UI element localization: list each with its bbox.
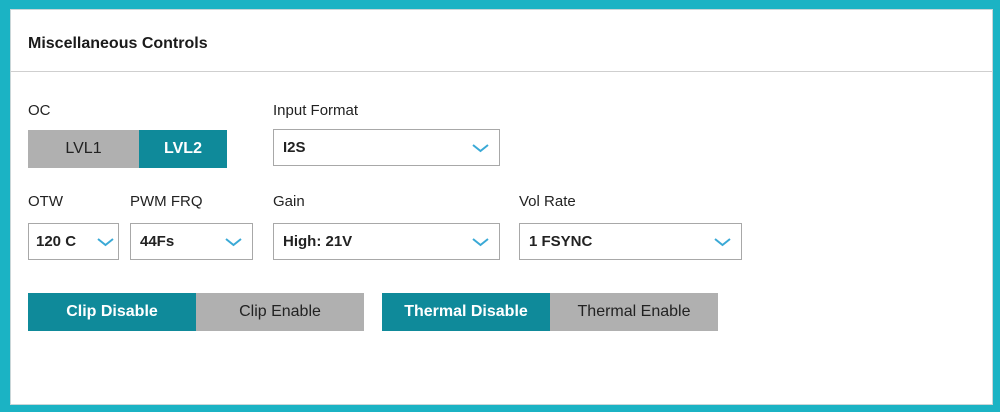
thermal-enable-button[interactable]: Thermal Enable [550, 293, 718, 331]
chevron-down-icon [472, 144, 489, 153]
panel-title: Miscellaneous Controls [28, 35, 208, 52]
input-format-value: I2S [283, 139, 306, 156]
chevron-down-icon [225, 238, 242, 247]
vol-rate-select[interactable]: 1 FSYNC [519, 223, 742, 260]
pwm-frq-select[interactable]: 44Fs [130, 223, 253, 260]
panel-header: Miscellaneous Controls [11, 10, 992, 72]
gain-label: Gain [273, 193, 305, 210]
chevron-down-icon [714, 238, 731, 247]
oc-toggle: LVL1 LVL2 [28, 130, 227, 168]
vol-rate-label: Vol Rate [519, 193, 576, 210]
pwm-frq-value: 44Fs [140, 233, 175, 250]
clip-enable-button[interactable]: Clip Enable [196, 293, 364, 331]
gain-select[interactable]: High: 21V [273, 223, 500, 260]
otw-select[interactable]: 120 C [28, 223, 119, 260]
otw-label: OTW [28, 193, 63, 210]
oc-label: OC [28, 102, 51, 119]
clip-disable-button[interactable]: Clip Disable [28, 293, 196, 331]
thermal-disable-button[interactable]: Thermal Disable [382, 293, 550, 331]
thermal-toggle: Thermal Disable Thermal Enable [382, 293, 718, 331]
clip-toggle: Clip Disable Clip Enable [28, 293, 364, 331]
input-format-label: Input Format [273, 102, 359, 119]
otw-value: 120 C [36, 233, 77, 250]
oc-lvl2-button[interactable]: LVL2 [139, 130, 227, 168]
oc-lvl1-button[interactable]: LVL1 [28, 130, 139, 168]
misc-controls-panel: Miscellaneous Controls OC Input Format L… [10, 9, 993, 405]
gain-value: High: 21V [283, 233, 353, 250]
pwm-frq-label: PWM FRQ [130, 193, 203, 210]
chevron-down-icon [472, 238, 489, 247]
vol-rate-value: 1 FSYNC [529, 233, 593, 250]
chevron-down-icon [97, 238, 114, 247]
input-format-select[interactable]: I2S [273, 129, 500, 166]
